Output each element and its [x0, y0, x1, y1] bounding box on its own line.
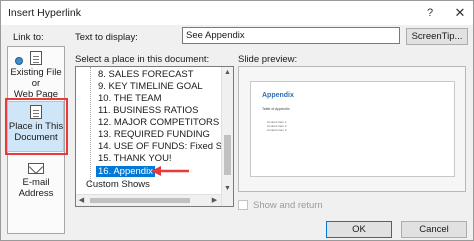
place-list-horizontal-scrollbar[interactable]: ◀ ▶ [76, 194, 221, 206]
file-web-icon [30, 51, 42, 65]
cancel-button[interactable]: Cancel [401, 221, 467, 238]
text-to-display-input[interactable]: See Appendix [182, 27, 400, 44]
scroll-left-icon[interactable]: ◀ [76, 195, 87, 206]
link-to-place-label-2: Document [14, 132, 58, 143]
horizontal-scroll-thumb[interactable] [90, 198, 190, 203]
slide-preview-title: Appendix [262, 92, 294, 99]
show-and-return-checkbox[interactable] [238, 200, 248, 210]
insert-hyperlink-dialog: Insert Hyperlink ? ✕ Link to: Existing F… [0, 0, 474, 241]
tree-item-selected[interactable]: 16. Appendix [96, 166, 155, 177]
tree-item[interactable]: 12. MAJOR COMPETITORS [98, 117, 219, 128]
tree-item[interactable]: 11. BUSINESS RATIOS [98, 105, 198, 116]
slide-preview-bullets: Content item 1 Content item 2 Content it… [267, 120, 287, 132]
help-button[interactable]: ? [419, 4, 441, 22]
scroll-up-icon[interactable]: ▲ [222, 67, 233, 78]
place-list-label: Select a place in this document: [75, 54, 210, 65]
tree-item[interactable]: 9. KEY TIMELINE GOAL [98, 81, 203, 92]
place-list-vertical-scrollbar[interactable]: ▲ ▼ [221, 67, 233, 206]
link-to-place-label-1: Place in This [8, 121, 64, 132]
screentip-button[interactable]: ScreenTip... [406, 28, 468, 45]
place-tree-list[interactable]: 8. SALES FORECAST 9. KEY TIMELINE GOAL 1… [75, 66, 234, 207]
tree-item[interactable]: 8. SALES FORECAST [98, 69, 194, 80]
scroll-down-icon[interactable]: ▼ [222, 183, 233, 194]
text-to-display-label: Text to display: [75, 32, 138, 43]
vertical-scroll-thumb[interactable] [224, 135, 231, 175]
slide-preview-label: Slide preview: [238, 54, 298, 65]
link-to-existing-file[interactable]: Existing File or Web Page [8, 51, 64, 100]
scroll-right-icon[interactable]: ▶ [209, 195, 220, 206]
title-bar: Insert Hyperlink ? ✕ [1, 1, 473, 25]
tree-item-custom-shows[interactable]: Custom Shows [86, 179, 150, 190]
slide-bullet: Content item 3 [267, 128, 287, 132]
annotation-arrow-icon [151, 166, 189, 176]
dialog-title: Insert Hyperlink [8, 7, 81, 19]
slide-preview-panel: Appendix Table of Appendix Content item … [238, 66, 466, 192]
tree-item[interactable]: 14. USE OF FUNDS: Fixed Startup [98, 141, 233, 152]
show-and-return-label: Show and return [253, 200, 323, 211]
link-to-existing-label-1: Existing File or [10, 67, 62, 89]
globe-icon [15, 57, 23, 65]
close-button[interactable]: ✕ [449, 4, 471, 22]
tree-connector-line [90, 67, 91, 187]
tree-item[interactable]: 13. REQUIRED FUNDING [98, 129, 210, 140]
slide-preview-subtitle: Table of Appendix [262, 107, 290, 111]
link-to-email-address[interactable]: E-mail Address [8, 163, 64, 199]
ok-button[interactable]: OK [326, 221, 392, 238]
link-to-email-label: E-mail Address [18, 177, 54, 199]
email-icon [28, 163, 44, 174]
tree-item[interactable]: 10. THE TEAM [98, 93, 162, 104]
link-to-place-in-document[interactable]: Place in This Document [8, 105, 64, 143]
slide-thumbnail: Appendix Table of Appendix Content item … [250, 81, 455, 177]
tree-item[interactable]: 15. THANK YOU! [98, 153, 172, 164]
place-in-document-icon [30, 105, 42, 119]
link-to-label: Link to: [13, 32, 44, 43]
